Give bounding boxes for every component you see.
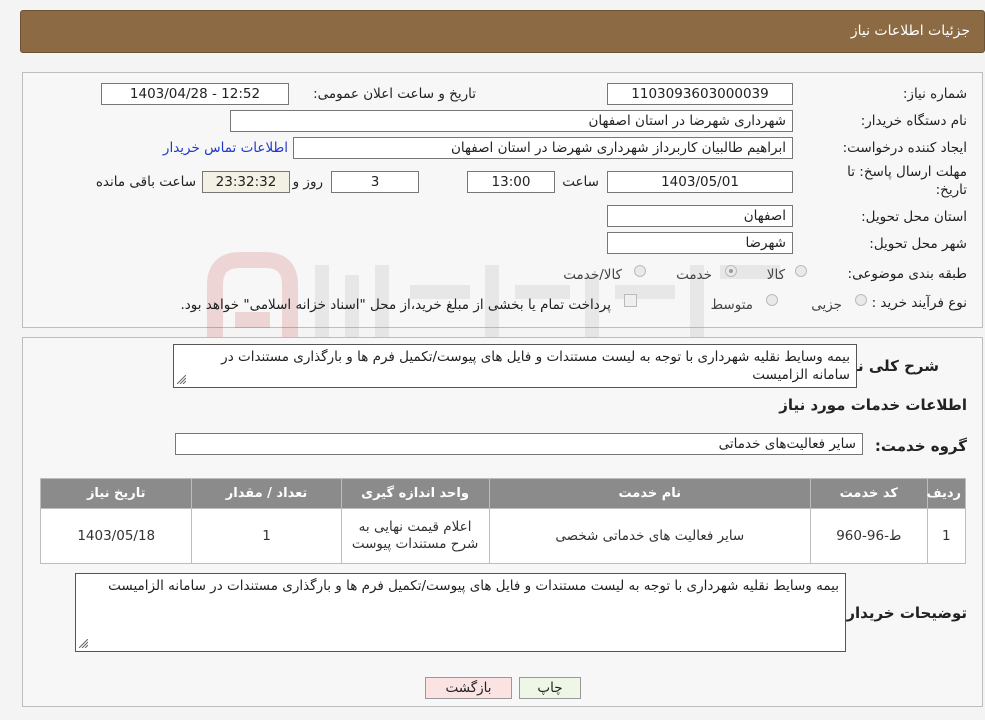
city-field: شهرضا: [607, 232, 793, 254]
process-radio-medium[interactable]: [766, 294, 778, 306]
cell-service-name: سایر فعالیت های خدماتی شخصی: [488, 508, 812, 564]
page-title: جزئیات اطلاعات نیاز: [850, 23, 970, 39]
category-option-service: خدمت: [676, 267, 712, 283]
col-header-unit: واحد اندازه گیری: [340, 478, 490, 509]
print-button[interactable]: چاپ: [519, 677, 581, 699]
summary-textarea[interactable]: بیمه وسایط نقلیه شهرداری با توجه به لیست…: [173, 344, 857, 388]
category-radio-goods-service[interactable]: [634, 265, 646, 277]
province-field: اصفهان: [607, 205, 793, 227]
need-number-field: 1103093603000039: [607, 83, 793, 105]
back-button[interactable]: بازگشت: [425, 677, 512, 699]
resize-grip-icon: [79, 639, 88, 648]
days-label: روز و: [292, 174, 323, 190]
province-label: استان محل تحویل:: [861, 209, 967, 225]
summary-text: بیمه وسایط نقلیه شهرداری با توجه به لیست…: [221, 349, 850, 383]
category-radio-goods[interactable]: [795, 265, 807, 277]
days-remaining-field: 3: [331, 171, 419, 193]
buyer-notes-textarea[interactable]: بیمه وسایط نقلیه شهرداری با توجه به لیست…: [75, 573, 846, 652]
col-header-row-number: ردیف: [926, 478, 967, 509]
city-label: شهر محل تحویل:: [869, 236, 967, 252]
category-radio-service[interactable]: [725, 265, 737, 277]
deadline-label: مهلت ارسال پاسخ: تا: [847, 164, 967, 180]
process-type-label: نوع فرآیند خرید :: [871, 295, 967, 311]
service-group-label: گروه خدمت:: [874, 437, 967, 455]
cell-service-code: ط-96-960: [810, 508, 928, 564]
deadline-time-label: ساعت: [562, 174, 599, 190]
deadline-date-field: 1403/05/01: [607, 171, 793, 193]
creator-field: ابراهیم طالبیان کاربرداز شهرداری شهرضا د…: [293, 137, 793, 159]
resize-grip-icon: [177, 375, 186, 384]
category-label: طبقه بندی موضوعی:: [847, 266, 967, 282]
deadline-label-date: تاریخ:: [935, 182, 967, 198]
cell-unit: اعلام قیمت نهایی به شرح مستندات پیوست: [340, 508, 490, 564]
category-option-goods-service: کالا/خدمت: [563, 267, 622, 283]
remaining-time-label: ساعت باقی مانده: [95, 174, 196, 190]
table-row: 1 ط-96-960 سایر فعالیت های خدماتی شخصی ا…: [39, 508, 967, 564]
treasury-payment-note: پرداخت تمام یا بخشی از مبلغ خرید،از محل …: [180, 297, 611, 313]
process-option-minor: جزیی: [811, 297, 842, 313]
need-number-label: شماره نیاز:: [902, 86, 967, 102]
cell-need-date: 1403/05/18: [39, 508, 193, 564]
deadline-time-field: 13:00: [467, 171, 555, 193]
category-option-goods: کالا: [766, 267, 785, 283]
cell-quantity: 1: [191, 508, 342, 564]
page-header: جزئیات اطلاعات نیاز: [20, 10, 985, 53]
process-radio-minor[interactable]: [855, 294, 867, 306]
buyer-org-field: شهرداری شهرضا در استان اصفهان: [230, 110, 793, 132]
services-section-title: اطلاعات خدمات مورد نیاز: [779, 396, 967, 414]
announce-label: تاریخ و ساعت اعلان عمومی:: [313, 86, 476, 102]
remaining-time-field: 23:32:32: [202, 171, 290, 193]
creator-label: ایجاد کننده درخواست:: [842, 140, 967, 156]
col-header-service-name: نام خدمت: [488, 478, 812, 509]
process-option-medium: متوسط: [710, 297, 753, 313]
table-header-row: ردیف کد خدمت نام خدمت واحد اندازه گیری ت…: [39, 478, 967, 509]
buyer-notes-label: توضیحات خریدار:: [840, 604, 967, 622]
service-group-field: سایر فعالیت‌های خدماتی: [175, 433, 863, 455]
announce-datetime-field: 1403/04/28 - 12:52: [101, 83, 289, 105]
col-header-need-date: تاریخ نیاز: [39, 478, 193, 509]
treasury-payment-checkbox[interactable]: [624, 294, 637, 307]
services-table: ردیف کد خدمت نام خدمت واحد اندازه گیری ت…: [39, 478, 967, 564]
cell-row-number: 1: [926, 508, 967, 564]
buyer-notes-text: بیمه وسایط نقلیه شهرداری با توجه به لیست…: [108, 578, 839, 594]
buyer-org-label: نام دستگاه خریدار:: [860, 113, 967, 129]
col-header-quantity: تعداد / مقدار: [191, 478, 342, 509]
col-header-service-code: کد خدمت: [810, 478, 928, 509]
buyer-contact-link[interactable]: اطلاعات تماس خریدار: [163, 140, 288, 156]
